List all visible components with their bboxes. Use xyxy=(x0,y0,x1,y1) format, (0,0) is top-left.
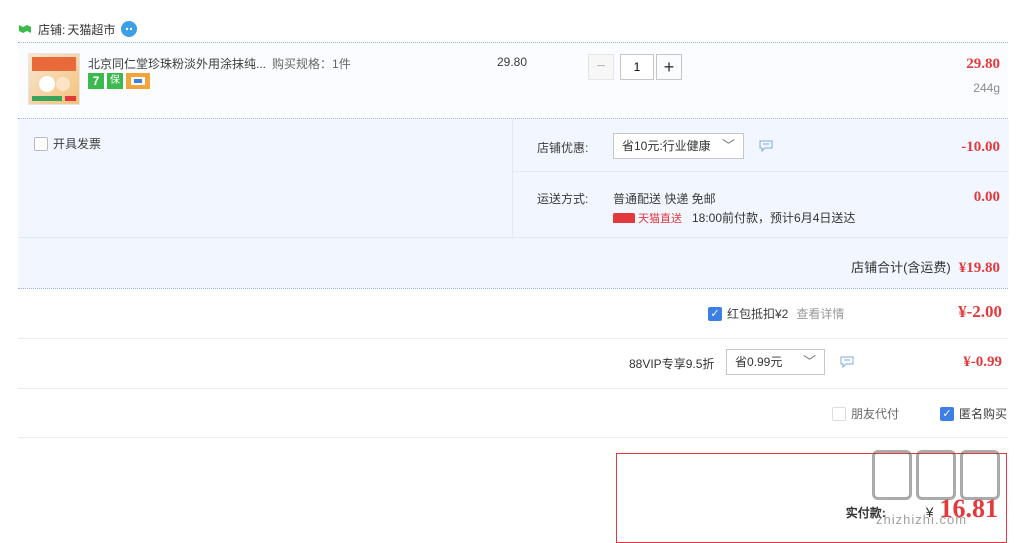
friend-pay-label: 朋友代付 xyxy=(851,407,900,421)
comment-icon[interactable] xyxy=(840,356,854,369)
comment-icon[interactable] xyxy=(759,140,773,153)
quantity-input[interactable] xyxy=(620,54,654,80)
redpacket-checkbox[interactable]: ✓ xyxy=(708,306,722,321)
redpacket-amount: ¥-2.00 xyxy=(958,302,1002,321)
redpacket-label: 红包抵扣¥2 xyxy=(727,307,789,321)
item-weight: 244g xyxy=(973,81,1000,95)
vip-amount: ¥-0.99 xyxy=(963,354,1002,370)
payment-summary: 实付款: ¥ 16.81 xyxy=(616,453,1007,543)
service-badges: 7 保 xyxy=(88,73,150,89)
seven-day-return-icon: 7 xyxy=(88,73,104,89)
item-subtotal: 29.80 xyxy=(966,56,1000,72)
invoice-checkbox[interactable] xyxy=(34,136,48,151)
quantity-minus-button[interactable]: − xyxy=(588,54,614,80)
payment-label: 实付款: xyxy=(845,506,886,520)
unit-price: 29.80 xyxy=(497,55,528,69)
shipping-eta: 18:00前付款，预计6月4日送达 xyxy=(692,211,856,225)
chevron-down-icon: ﹀ xyxy=(802,354,816,369)
redpacket-row: ✓ 红包抵扣¥2 查看详情 ¥-2.00 xyxy=(18,289,1008,339)
options-row: 朋友代付 ✓ 匿名购买 xyxy=(18,389,1008,438)
coupon-amount: -10.00 xyxy=(961,139,1000,155)
quantity-plus-button[interactable]: + xyxy=(656,54,682,80)
invoice-option[interactable]: 开具发票 xyxy=(34,135,101,152)
payment-currency: ¥ xyxy=(925,504,934,520)
card-icon xyxy=(126,73,150,89)
product-title[interactable]: 北京同仁堂珍珠粉淡外用涂抹纯... xyxy=(88,55,266,72)
vip-row: 88VIP专享9.5折 省0.99元 ﹀ ¥-0.99 xyxy=(18,339,1008,389)
friend-pay-option[interactable]: 朋友代付 xyxy=(832,405,899,422)
shipping-amount: 0.00 xyxy=(973,189,1000,205)
shipping-method: 普通配送 快递 免邮 xyxy=(613,192,716,206)
payment-total: 实付款: ¥ 16.81 xyxy=(846,494,998,524)
shop-name[interactable]: 天猫超市 xyxy=(67,21,115,38)
vip-select[interactable]: 省0.99元 ﹀ xyxy=(726,349,825,375)
store-total-label: 店铺合计(含运费) xyxy=(851,260,951,275)
shop-icon xyxy=(18,23,32,35)
shipping-detail: 天猫直送 18:00前付款，预计6月4日送达 xyxy=(613,209,855,226)
guarantee-icon: 保 xyxy=(107,73,123,89)
invoice-label: 开具发票 xyxy=(53,137,102,151)
shipping-brand: 天猫直送 xyxy=(638,212,682,225)
anonymous-checkbox[interactable]: ✓ xyxy=(940,406,954,421)
chevron-down-icon: ﹀ xyxy=(721,138,735,153)
shop-header: 店铺: 天猫超市 xyxy=(18,18,138,40)
payment-amount: 16.81 xyxy=(939,494,999,523)
store-total-amount: ¥19.80 xyxy=(958,260,1000,276)
anonymous-option[interactable]: ✓ 匿名购买 xyxy=(940,405,1007,422)
friend-pay-checkbox[interactable] xyxy=(832,406,846,421)
quantity-stepper: − + xyxy=(588,54,682,80)
redpacket-details-link[interactable]: 查看详情 xyxy=(796,305,844,322)
coupon-select[interactable]: 省10元:行业健康 ﹀ xyxy=(613,133,744,159)
shop-label: 店铺: xyxy=(38,22,66,37)
store-total: 店铺合计(含运费) ¥19.80 xyxy=(851,257,1000,277)
product-thumbnail[interactable] xyxy=(28,53,80,105)
coupon-label: 店铺优惠: xyxy=(537,141,589,155)
shipping-label: 运送方式: xyxy=(537,192,589,206)
tmall-logo-icon xyxy=(613,212,635,223)
chat-icon[interactable] xyxy=(121,21,138,37)
vip-select-value: 省0.99元 xyxy=(735,355,783,369)
vip-label: 88VIP专享9.5折 xyxy=(629,357,715,371)
order-options-panel: 开具发票 店铺优惠: 省10元:行业健康 ﹀ -10.00 运送方式: 普通配送… xyxy=(18,118,1009,289)
coupon-select-value: 省10元:行业健康 xyxy=(622,139,711,153)
product-spec: 购买规格：1件 xyxy=(272,57,351,71)
anonymous-label: 匿名购买 xyxy=(959,407,1008,421)
item-row: 北京同仁堂珍珠粉淡外用涂抹纯... 购买规格：1件 7 保 29.80 − + … xyxy=(18,42,1008,117)
